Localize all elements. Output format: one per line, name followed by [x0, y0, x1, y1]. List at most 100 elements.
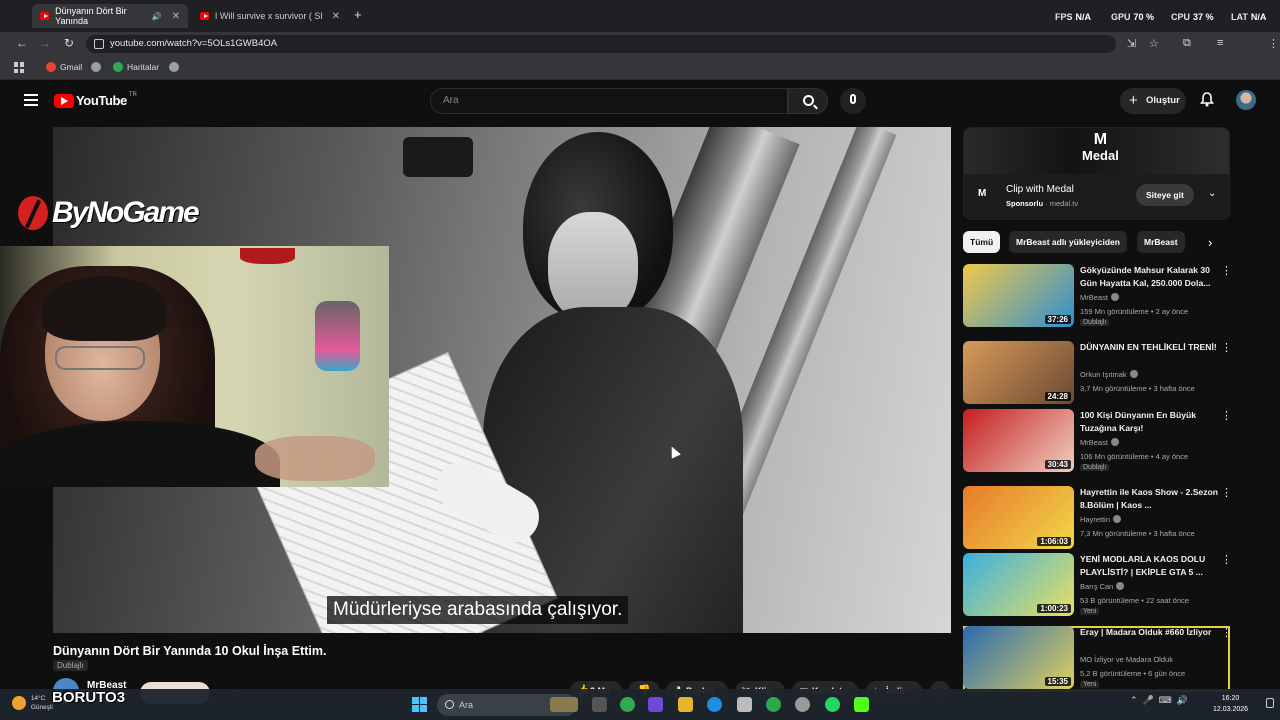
perf-lat: LAT N/A — [1231, 12, 1267, 22]
bookmark-maps[interactable]: Haritalar — [113, 62, 159, 72]
video-thumbnail[interactable]: 37:26 — [963, 264, 1074, 327]
hamburger-menu-icon[interactable] — [24, 94, 38, 106]
recommended-video[interactable]: 15:35 Eray | Madara Olduk #660 İzliyor MO … — [963, 626, 1232, 692]
video-thumbnail[interactable]: 15:35 — [963, 626, 1074, 689]
browser-tab-bar: Dünyanın Dört Bir Yanında 🔊 ✕ I Will sur… — [0, 0, 1280, 32]
bookmark-globe[interactable] — [169, 62, 183, 72]
back-icon[interactable]: ← — [14, 36, 30, 50]
sun-icon — [12, 696, 26, 710]
store-icon[interactable] — [737, 697, 752, 712]
extensions-icon[interactable]: ⧉ — [1183, 37, 1191, 50]
video-title[interactable]: Eray | Madara Olduk #660 İzliyor — [1080, 626, 1218, 639]
channel-name[interactable]: MrBeast — [1080, 293, 1119, 302]
ad-domain: medal.tv — [1049, 199, 1079, 208]
chrome-icon[interactable] — [620, 697, 635, 712]
task-view-icon[interactable] — [592, 697, 607, 712]
search-input[interactable]: Ara — [430, 88, 788, 114]
video-subtitle: Müdürleriyse arabasında çalışıyor. — [327, 596, 629, 624]
recommended-video[interactable]: 24:28 DÜNYANIN EN TEHLİKELİ TRENİ! Orkun I… — [963, 341, 1232, 407]
youtube-logo[interactable]: YouTube TR — [54, 92, 137, 108]
notifications-icon[interactable] — [1266, 698, 1274, 708]
apps-grid-icon[interactable] — [14, 62, 25, 73]
speaker-icon[interactable]: 🔊 — [152, 12, 162, 21]
verified-check-icon — [1113, 515, 1122, 523]
kick-icon[interactable] — [854, 697, 869, 712]
person-face — [548, 212, 638, 322]
video-title[interactable]: Hayrettin ile Kaos Show - 2.Sezon 8.Bölü… — [1080, 486, 1218, 512]
chip-all[interactable]: Tümü — [963, 231, 1001, 253]
recommended-video[interactable]: 30:43 100 Kişi Dünyanın En Büyük Tuzağına… — [963, 409, 1232, 475]
bookmark-globe[interactable] — [91, 62, 105, 72]
video-title[interactable]: YENİ MODLARLA KAOS DOLU PLAYLİSTİ? | EKİ… — [1080, 553, 1218, 579]
recommended-video[interactable]: 1:06:03 Hayrettin ile Kaos Show - 2.Sezon… — [963, 486, 1232, 552]
perf-fps: FPS N/A — [1055, 12, 1092, 22]
more-options-icon[interactable]: ⋮ — [1221, 266, 1232, 277]
close-tab-icon[interactable]: ✕ — [332, 11, 340, 22]
video-title[interactable]: DÜNYANIN EN TEHLİKELİ TRENİ! — [1080, 341, 1218, 354]
chip-from-uploader[interactable]: MrBeast adlı yükleyiciden — [1009, 231, 1127, 253]
sponsored-ad-card[interactable]: M Medal M Clip with Medal Sponsorlu · me… — [963, 127, 1230, 220]
more-options-icon[interactable]: ⋮ — [1221, 343, 1232, 354]
channel-label: MrBeast — [1080, 438, 1108, 447]
more-options-icon[interactable]: ⋮ — [1221, 555, 1232, 566]
channel-name[interactable]: Orkun Işıtmak — [1080, 370, 1138, 379]
install-app-icon[interactable]: ⇲ — [1127, 37, 1136, 50]
whatsapp-icon[interactable] — [825, 697, 840, 712]
app-icon[interactable] — [648, 697, 663, 712]
new-tab-button[interactable]: + — [354, 7, 362, 22]
ad-title[interactable]: Clip with Medal — [1006, 184, 1074, 195]
chip-channel[interactable]: MrBeast — [1137, 231, 1185, 253]
clock-date: 12.03.2026 — [1213, 706, 1249, 713]
bookmarks-bar: Gmail Haritalar — [0, 56, 1280, 80]
system-tray[interactable]: ⌃ 🎤 ⌨ 🔊 — [1130, 695, 1188, 706]
close-tab-icon[interactable]: ✕ — [172, 11, 180, 22]
bookmark-star-icon[interactable]: ☆ — [1149, 37, 1159, 50]
video-title[interactable]: Gökyüzünde Mahsur Kalarak 30 Gün Hayatta… — [1080, 264, 1218, 290]
chevron-right-icon[interactable]: › — [1208, 235, 1212, 250]
video-thumbnail[interactable]: 24:28 — [963, 341, 1074, 404]
recommended-video[interactable]: 1:00:23 YENİ MODLARLA KAOS DOLU PLAYLİSTİ… — [963, 553, 1232, 619]
video-title[interactable]: 100 Kişi Dünyanın En Büyük Tuzağına Karş… — [1080, 409, 1218, 435]
tab-active[interactable]: Dünyanın Dört Bir Yanında 🔊 ✕ — [32, 4, 188, 28]
edge-icon[interactable] — [707, 697, 722, 712]
app-icon[interactable] — [766, 697, 781, 712]
steam-icon[interactable] — [795, 697, 810, 712]
chevron-down-icon[interactable]: ⌄ — [1208, 188, 1216, 199]
channel-name[interactable]: MrBeast — [1080, 438, 1119, 447]
tab-second[interactable]: I Will survive x survivor ( SLOW... ✕ — [192, 4, 348, 28]
windows-start-icon[interactable] — [412, 697, 427, 712]
more-options-icon[interactable]: ⋮ — [1221, 488, 1232, 499]
url-input[interactable]: youtube.com/watch?v=5OLs1GWB4OA — [86, 35, 1116, 53]
notifications-bell-icon[interactable] — [1200, 92, 1214, 107]
create-button[interactable]: + Oluştur — [1120, 88, 1186, 114]
channel-name[interactable]: Hayrettin — [1080, 515, 1122, 524]
gmail-icon — [46, 62, 56, 72]
forward-icon[interactable]: → — [37, 36, 53, 50]
video-badge: Dublajlı — [1080, 319, 1110, 326]
reload-icon[interactable]: ↻ — [61, 36, 77, 50]
browser-menu-icon[interactable]: ⋮ — [1268, 37, 1279, 50]
webcam-overlay — [0, 246, 389, 487]
recommended-video[interactable]: 37:26 Gökyüzünde Mahsur Kalarak 30 Gün Ha… — [963, 264, 1232, 330]
bookmark-gmail[interactable]: Gmail — [46, 62, 82, 72]
video-thumbnail[interactable]: 1:06:03 — [963, 486, 1074, 549]
visit-site-button[interactable]: Siteye git — [1136, 184, 1194, 206]
video-thumbnail[interactable]: 1:00:23 — [963, 553, 1074, 616]
voice-search-button[interactable] — [840, 88, 866, 114]
ad-banner[interactable]: M Medal — [964, 128, 1229, 174]
media-control-icon[interactable]: ≡ — [1217, 37, 1223, 49]
account-avatar[interactable] — [1236, 90, 1256, 110]
search-button[interactable] — [788, 88, 828, 114]
medal-m-icon: M — [1093, 131, 1108, 148]
more-options-icon[interactable]: ⋮ — [1221, 628, 1232, 639]
channel-name[interactable]: MO İzliyor ve Madara Olduk — [1080, 655, 1173, 664]
channel-name[interactable]: Barış Can — [1080, 582, 1125, 591]
video-badge: Yeni — [1080, 681, 1100, 688]
search-highlight-icon[interactable] — [550, 697, 578, 712]
site-info-icon[interactable] — [94, 39, 104, 49]
more-options-icon[interactable]: ⋮ — [1221, 411, 1232, 422]
video-thumbnail[interactable]: 30:43 — [963, 409, 1074, 472]
file-explorer-icon[interactable] — [678, 697, 693, 712]
weather-desc: Güneşli — [30, 704, 53, 711]
taskbar-clock[interactable]: 16:20 12.03.2026 — [1213, 693, 1248, 715]
